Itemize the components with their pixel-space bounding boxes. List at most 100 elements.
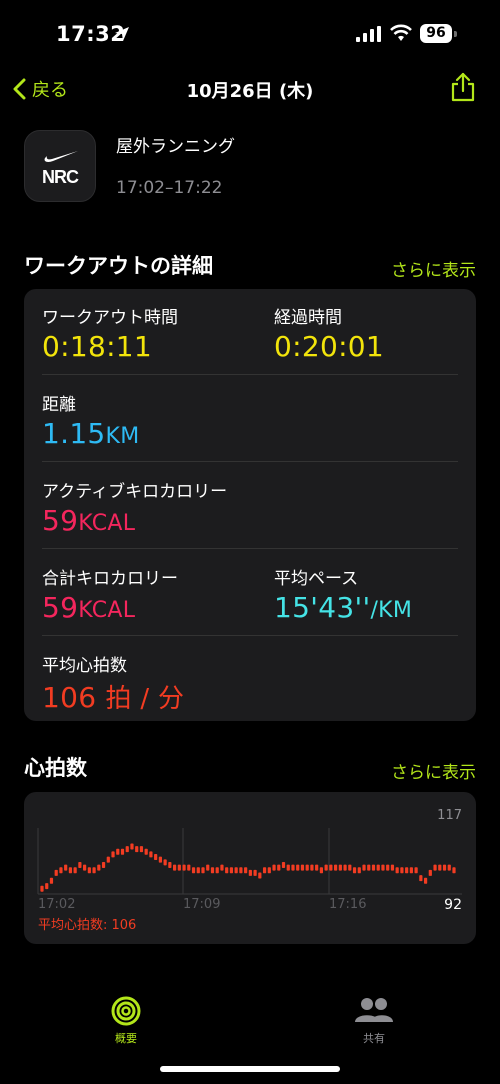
heart-rate-point [452,867,456,874]
heart-rate-point [357,867,361,874]
heart-rate-point [234,867,238,874]
heart-rate-point [315,864,319,871]
distance-cell: 距離 1.15KM [42,390,140,450]
total-kcal-cell: 合計キロカロリー 59KCAL [42,564,178,624]
heart-rate-point [64,864,68,871]
heart-rate-point [196,867,200,874]
x-tick-label-2: 17:09 [183,897,220,912]
active-kcal-value: 59KCAL [42,504,227,537]
heart-rate-point [277,864,281,871]
heart-rate-point [258,872,262,879]
heart-rate-point [390,864,395,871]
tab-summary-label: 概要 [115,1032,137,1045]
distance-number: 1.15 [42,417,106,450]
nrc-app-icon: NRC [24,130,96,202]
distance-unit: KM [105,424,140,449]
x-tick-label-3: 17:16 [329,897,366,912]
heart-more-link[interactable]: さらに表示 [391,758,476,783]
details-row-avg-hr: 平均心拍数 106 拍 / 分 [42,651,458,723]
heart-rate-point [300,864,305,871]
workout-details-card[interactable]: ワークアウト時間 0:18:11 経過時間 0:20:01 距離 1.15KM … [24,289,476,721]
heart-rate-point [215,867,219,874]
heart-rate-point [168,861,172,868]
avg-heart-rate-label: 平均心拍数: 106 [38,918,137,933]
heart-rate-point [239,867,243,874]
heart-rate-point [54,869,58,876]
y-max-label: 117 [437,808,462,823]
heart-rate-point [120,848,125,855]
x-tick-label-1: 17:02 [38,897,75,912]
pace-value: 15'43''/KM [274,591,412,624]
heart-rate-point [97,864,101,871]
heart-rate-point [291,864,295,871]
total-kcal-value: 59KCAL [42,591,178,624]
heart-rate-point [272,864,276,871]
heart-rate-point [172,864,177,871]
page-title: 10月26日 (木) [186,81,314,102]
heart-rate-point [106,856,110,863]
heart-rate-point [116,848,120,855]
tab-summary[interactable]: 概要 [86,996,166,1046]
heart-rate-point [40,885,44,892]
heart-rate-point [135,846,139,853]
heart-rate-point [296,864,300,871]
heart-rate-point [201,867,205,874]
heart-rate-point [139,846,144,853]
heart-rate-point [225,867,229,874]
elapsed-time-cell: 経過時間 0:20:01 [274,303,384,363]
pace-label: 平均ペース [274,569,359,589]
people-icon [355,998,393,1022]
heart-rate-point [405,867,409,874]
heart-rate-point [177,864,181,871]
total-kcal-number: 59 [42,591,79,624]
activity-rings-icon [111,996,141,1026]
heart-rate-point [187,864,191,871]
heart-rate-chart-card[interactable]: 117 92 17:02 17:09 17:16 平均心拍数: 106 [24,792,476,944]
workout-time-label: ワークアウト時間 [42,308,178,328]
details-row-time: ワークアウト時間 0:18:11 経過時間 0:20:01 [42,303,458,375]
heart-rate-point [87,867,91,874]
heart-rate-point [352,867,357,874]
heart-section-title: 心拍数 [24,756,87,780]
status-bar: 17:32 96 [0,0,500,66]
heart-rate-point [348,864,352,871]
heart-rate-point [59,867,63,874]
heart-rate-point [414,867,418,874]
navigation-bar: 戻る 10月26日 (木) [0,66,500,110]
heart-rate-point [338,864,342,871]
heart-rate-point [433,864,437,871]
heart-rate-point [442,864,447,871]
heart-rate-point [386,864,390,871]
tab-sharing-label: 共有 [363,1032,385,1045]
heart-rate-point [362,864,366,871]
heart-rate-point [253,869,257,876]
heart-rate-point [83,864,87,871]
heart-rate-point [220,864,224,871]
heart-rate-point [144,848,148,855]
total-kcal-unit: KCAL [78,598,136,623]
heart-rate-point [111,851,115,858]
heart-rate-point [343,864,347,871]
heart-rate-point [163,859,167,866]
tab-sharing[interactable]: 共有 [334,996,414,1046]
pace-unit: /KM [370,598,413,623]
heart-rate-point [248,869,252,876]
heart-rate-point [78,861,82,868]
elapsed-time-label: 経過時間 [274,308,342,328]
distance-label: 距離 [42,395,76,415]
heart-rate-point [281,861,286,868]
y-min-label: 92 [444,897,462,913]
location-arrow-icon [115,27,129,41]
nrc-logo-text: NRC [42,167,79,187]
details-row-distance: 距離 1.15KM [42,390,458,462]
active-kcal-label: アクティブキロカロリー [42,482,228,502]
heart-rate-point [68,867,73,874]
details-more-link[interactable]: さらに表示 [391,256,476,281]
avg-hr-number: 106 [42,681,97,714]
share-icon[interactable] [450,72,476,102]
battery-level: 96 [426,25,446,41]
heart-rate-point [101,861,106,868]
pace-number: 15'43'' [274,591,371,624]
heart-rate-point [409,867,413,874]
workout-time-value: 0:18:11 [42,330,153,363]
